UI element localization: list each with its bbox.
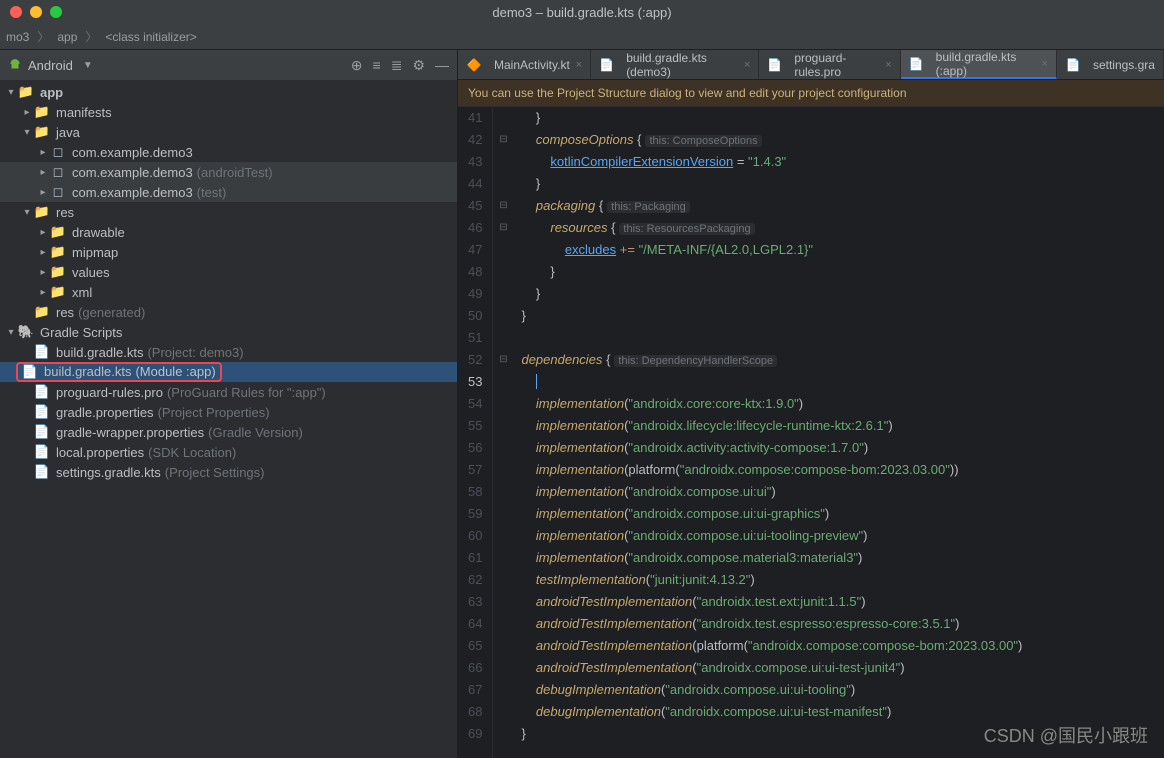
folder-icon: 📁 bbox=[50, 224, 66, 240]
tree-node-app[interactable]: ▾📁app bbox=[0, 82, 457, 102]
file-icon: 📄 bbox=[34, 384, 50, 400]
sort-icon[interactable]: ≡ bbox=[373, 57, 381, 74]
close-icon[interactable]: × bbox=[576, 59, 582, 71]
tree-node-package[interactable]: ▸◻com.example.demo3 bbox=[0, 142, 457, 162]
tree-node-file[interactable]: 📄local.properties(SDK Location) bbox=[0, 442, 457, 462]
tree-node-java[interactable]: ▾📁java bbox=[0, 122, 457, 142]
breadcrumb-item[interactable]: app bbox=[57, 30, 77, 44]
minimize-panel-icon[interactable]: — bbox=[435, 57, 449, 74]
android-icon bbox=[8, 58, 22, 72]
project-structure-banner[interactable]: You can use the Project Structure dialog… bbox=[458, 80, 1164, 107]
tab-proguard[interactable]: 📄proguard-rules.pro× bbox=[759, 50, 900, 79]
close-icon[interactable]: × bbox=[1042, 58, 1048, 70]
close-window-icon[interactable] bbox=[10, 6, 22, 18]
project-sidebar: Android ▼ ⊕ ≡ ≣ ⚙ — ▾📁app ▸📁manifests ▾📁… bbox=[0, 50, 458, 758]
folder-icon: 📁 bbox=[34, 104, 50, 120]
folder-icon: 📁 bbox=[50, 264, 66, 280]
tree-node-package[interactable]: ▸◻com.example.demo3(androidTest) bbox=[0, 162, 457, 182]
kotlin-file-icon: 🔶 bbox=[466, 57, 482, 73]
tree-node-resgen[interactable]: 📁res(generated) bbox=[0, 302, 457, 322]
collapse-icon[interactable]: ≣ bbox=[391, 57, 403, 74]
file-icon: 📄 bbox=[34, 424, 50, 440]
tree-node-res[interactable]: ▾📁res bbox=[0, 202, 457, 222]
package-icon: ◻ bbox=[50, 144, 66, 160]
package-icon: ◻ bbox=[50, 164, 66, 180]
kts-file-icon: 📄 bbox=[22, 364, 38, 380]
tree-node-file[interactable]: 📄gradle-wrapper.properties(Gradle Versio… bbox=[0, 422, 457, 442]
fold-marks: ⊟⊟⊟⊟ bbox=[493, 107, 513, 758]
tree-node-drawable[interactable]: ▸📁drawable bbox=[0, 222, 457, 242]
chevron-down-icon[interactable]: ▼ bbox=[83, 60, 93, 71]
folder-icon: 📁 bbox=[50, 244, 66, 260]
code-content[interactable]: } composeOptions {this: ComposeOptions k… bbox=[513, 107, 1022, 758]
tree-node-file[interactable]: 📄settings.gradle.kts(Project Settings) bbox=[0, 462, 457, 482]
window-controls bbox=[0, 6, 62, 18]
tab-build-demo3[interactable]: 📄build.gradle.kts (demo3)× bbox=[591, 50, 759, 79]
close-icon[interactable]: × bbox=[744, 59, 750, 71]
folder-icon: 📁 bbox=[34, 204, 50, 220]
tree-node-gradle-scripts[interactable]: ▾🐘Gradle Scripts bbox=[0, 322, 457, 342]
tab-settings[interactable]: 📄settings.gra bbox=[1057, 50, 1164, 79]
tree-node-file[interactable]: 📄build.gradle.kts(Project: demo3) bbox=[0, 342, 457, 362]
watermark: CSDN @国民小跟班 bbox=[984, 722, 1148, 748]
kts-file-icon: 📄 bbox=[34, 344, 50, 360]
gear-icon[interactable]: ⚙ bbox=[412, 57, 425, 74]
folder-icon: 📁 bbox=[50, 284, 66, 300]
project-tool-header: Android ▼ ⊕ ≡ ≣ ⚙ — bbox=[0, 50, 457, 80]
tree-node-file[interactable]: 📄gradle.properties(Project Properties) bbox=[0, 402, 457, 422]
folder-icon: 📁 bbox=[34, 304, 50, 320]
tree-node-file[interactable]: 📄proguard-rules.pro(ProGuard Rules for "… bbox=[0, 382, 457, 402]
minimize-window-icon[interactable] bbox=[30, 6, 42, 18]
project-tree[interactable]: ▾📁app ▸📁manifests ▾📁java ▸◻com.example.d… bbox=[0, 80, 457, 758]
file-icon: 📄 bbox=[34, 404, 50, 420]
titlebar: demo3 – build.gradle.kts (:app) bbox=[0, 0, 1164, 24]
kts-file-icon: 📄 bbox=[1065, 57, 1081, 73]
file-icon: 📄 bbox=[34, 444, 50, 460]
editor-tabs: 🔶MainActivity.kt× 📄build.gradle.kts (dem… bbox=[458, 50, 1164, 80]
kts-file-icon: 📄 bbox=[599, 57, 614, 73]
maximize-window-icon[interactable] bbox=[50, 6, 62, 18]
close-icon[interactable]: × bbox=[885, 59, 891, 71]
code-editor[interactable]: 4142434445464748495051525354555657585960… bbox=[458, 107, 1164, 758]
gradle-icon: 🐘 bbox=[18, 324, 34, 340]
breadcrumb: mo3〉 app〉 <class initializer> bbox=[0, 24, 1164, 50]
tree-node-values[interactable]: ▸📁values bbox=[0, 262, 457, 282]
editor-panel: 🔶MainActivity.kt× 📄build.gradle.kts (dem… bbox=[458, 50, 1164, 758]
tab-mainactivity[interactable]: 🔶MainActivity.kt× bbox=[458, 50, 591, 79]
tree-node-xml[interactable]: ▸📁xml bbox=[0, 282, 457, 302]
breadcrumb-item[interactable]: <class initializer> bbox=[105, 30, 196, 44]
folder-icon: 📁 bbox=[34, 124, 50, 140]
line-gutter: 4142434445464748495051525354555657585960… bbox=[458, 107, 493, 758]
kts-file-icon: 📄 bbox=[909, 56, 924, 72]
tree-node-manifests[interactable]: ▸📁manifests bbox=[0, 102, 457, 122]
package-icon: ◻ bbox=[50, 184, 66, 200]
tree-node-file-selected[interactable]: 📄build.gradle.kts(Module :app) bbox=[0, 362, 457, 382]
tree-node-mipmap[interactable]: ▸📁mipmap bbox=[0, 242, 457, 262]
target-icon[interactable]: ⊕ bbox=[351, 57, 363, 74]
file-icon: 📄 bbox=[767, 57, 782, 73]
tab-build-app[interactable]: 📄build.gradle.kts (:app)× bbox=[901, 50, 1057, 79]
tree-node-package[interactable]: ▸◻com.example.demo3(test) bbox=[0, 182, 457, 202]
folder-icon: 📁 bbox=[18, 84, 34, 100]
project-view-label[interactable]: Android bbox=[28, 58, 73, 73]
window-title: demo3 – build.gradle.kts (:app) bbox=[492, 5, 671, 20]
kts-file-icon: 📄 bbox=[34, 464, 50, 480]
breadcrumb-item[interactable]: mo3 bbox=[6, 30, 29, 44]
